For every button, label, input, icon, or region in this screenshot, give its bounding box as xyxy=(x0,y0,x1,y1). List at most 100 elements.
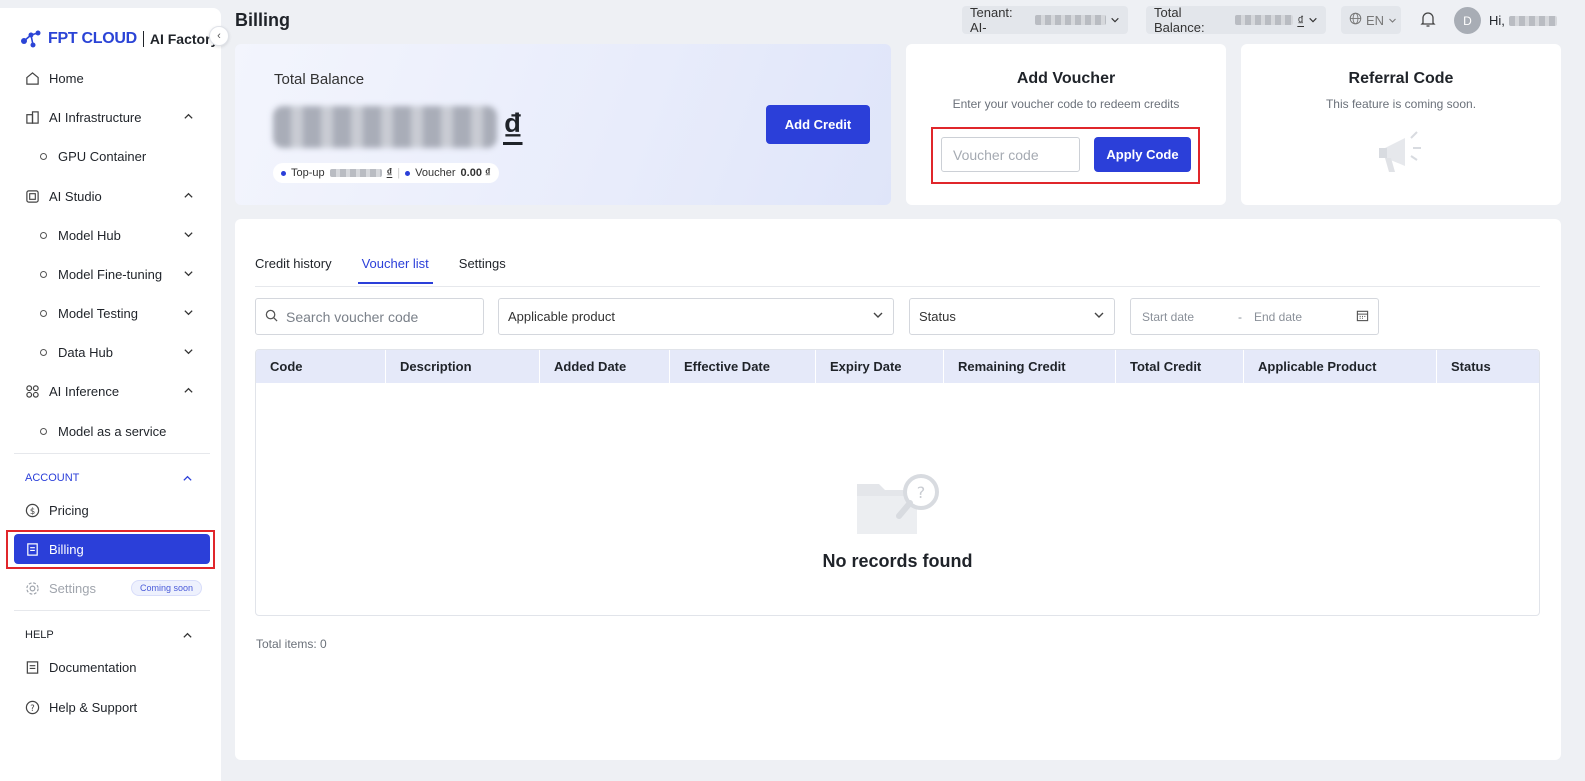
logo[interactable]: FPT CLOUD AI Factory xyxy=(20,30,218,48)
column-header-total-credit[interactable]: Total Credit xyxy=(1116,350,1244,383)
empty-state: ? No records found xyxy=(256,470,1539,572)
status-select[interactable]: Status xyxy=(909,298,1115,335)
voucher-list-panel: Credit history Voucher list Settings App… xyxy=(235,219,1561,760)
sidebar-item-model-as-a-service[interactable]: Model as a service xyxy=(14,416,210,446)
user-greeting[interactable]: Hi, xyxy=(1489,13,1557,28)
grid-icon xyxy=(24,383,40,399)
document-icon xyxy=(24,659,40,675)
home-icon xyxy=(24,70,40,86)
sidebar-divider xyxy=(14,610,210,611)
column-header-effective-date[interactable]: Effective Date xyxy=(670,350,816,383)
column-header-expiry-date[interactable]: Expiry Date xyxy=(816,350,944,383)
gear-icon xyxy=(24,580,40,596)
building-icon xyxy=(24,109,40,125)
fpt-logo-icon xyxy=(21,30,41,48)
sidebar-item-label: Documentation xyxy=(49,659,137,675)
highlight-frame xyxy=(6,530,215,569)
avatar[interactable]: D xyxy=(1454,7,1481,34)
column-header-remaining-credit[interactable]: Remaining Credit xyxy=(944,350,1116,383)
empty-state-text: No records found xyxy=(822,551,973,571)
tenant-name-redacted xyxy=(1035,15,1106,25)
studio-icon xyxy=(24,188,40,204)
bullet-icon xyxy=(281,170,286,176)
sidebar-item-documentation[interactable]: Documentation xyxy=(14,652,210,682)
bullet-icon xyxy=(405,170,411,176)
chevron-down-icon xyxy=(183,345,194,360)
search-voucher-field[interactable] xyxy=(255,298,484,335)
sidebar-item-label: Model Fine-tuning xyxy=(58,266,163,282)
help-icon: ? xyxy=(24,699,40,715)
add-voucher-title: Add Voucher xyxy=(1016,70,1116,87)
sidebar-item-ai-studio[interactable]: AI Studio xyxy=(14,181,210,211)
chevron-up-icon[interactable] xyxy=(182,629,193,644)
bullet-icon xyxy=(40,309,47,317)
sidebar-item-pricing[interactable]: $ Pricing xyxy=(14,495,210,525)
end-date-placeholder[interactable]: End date xyxy=(1254,310,1354,324)
tab-credit-history[interactable]: Credit history xyxy=(255,256,332,284)
sidebar-item-model-fine-tuning[interactable]: Model Fine-tuning xyxy=(14,259,210,289)
calendar-icon xyxy=(1356,309,1369,325)
date-separator: - xyxy=(1238,309,1242,324)
applicable-product-select[interactable]: Applicable product xyxy=(498,298,894,335)
add-voucher-subtitle: Enter your voucher code to redeem credit… xyxy=(952,97,1180,111)
sidebar-item-gpu-container[interactable]: GPU Container xyxy=(14,141,210,171)
voucher-value: 0.00 ₫ xyxy=(460,167,491,179)
sidebar-item-ai-infrastructure[interactable]: AI Infrastructure xyxy=(14,102,210,132)
bullet-icon xyxy=(40,270,47,278)
user-name-redacted xyxy=(1508,15,1557,26)
bullet-icon xyxy=(40,427,47,435)
sidebar-item-home[interactable]: Home xyxy=(14,63,210,93)
logo-divider xyxy=(142,31,144,47)
column-header-description[interactable]: Description xyxy=(386,350,540,383)
currency-symbol: ₫ xyxy=(386,167,393,179)
collapse-sidebar-button[interactable]: ‹ xyxy=(209,26,229,46)
sidebar-item-model-hub[interactable]: Model Hub xyxy=(14,220,210,250)
chevron-up-icon xyxy=(183,189,194,204)
voucher-table: Code Description Added Date Effective Da… xyxy=(255,349,1540,616)
tenant-label: Tenant: AI- xyxy=(970,5,1013,35)
referral-subtitle: This feature is coming soon. xyxy=(1325,97,1477,111)
chevron-up-icon[interactable] xyxy=(182,472,193,487)
sidebar-item-model-testing[interactable]: Model Testing xyxy=(14,298,210,328)
highlight-frame xyxy=(931,127,1200,184)
tabs-divider xyxy=(255,286,1540,287)
sidebar-divider xyxy=(14,453,210,454)
sidebar-item-label: AI Inference xyxy=(49,383,120,399)
currency-symbol: ₫ xyxy=(1297,12,1304,28)
total-balance-card: Total Balance ₫ Top-up ₫ | Voucher 0.00 … xyxy=(235,44,891,205)
page-title: Billing xyxy=(235,10,290,30)
referral-title: Referral Code xyxy=(1348,70,1454,87)
bell-icon[interactable] xyxy=(1420,11,1436,31)
balance-selector[interactable]: Total Balance: ₫ xyxy=(1146,5,1326,35)
currency-symbol: ₫ xyxy=(503,107,523,149)
chevron-left-icon: ‹ xyxy=(217,30,221,42)
add-credit-button[interactable]: Add Credit xyxy=(766,105,870,144)
chevron-down-icon xyxy=(183,228,194,243)
search-voucher-input[interactable] xyxy=(286,308,466,325)
language-selector[interactable]: EN xyxy=(1341,6,1401,34)
topup-value-redacted xyxy=(329,169,382,177)
sidebar-item-help-support[interactable]: ? Help & Support xyxy=(14,692,210,722)
chevron-down-icon xyxy=(183,306,194,321)
sidebar-item-label: Home xyxy=(49,70,84,86)
column-header-added-date[interactable]: Added Date xyxy=(540,350,670,383)
tenant-selector[interactable]: Tenant: AI- xyxy=(962,5,1128,35)
chevron-down-icon xyxy=(872,309,884,324)
date-range-picker[interactable]: Start date - End date xyxy=(1130,298,1379,335)
sidebar-item-label: Pricing xyxy=(49,502,89,518)
bullet-icon xyxy=(40,348,47,356)
sidebar-item-data-hub[interactable]: Data Hub xyxy=(14,337,210,367)
sidebar-item-ai-inference[interactable]: AI Inference xyxy=(14,376,210,406)
sidebar-item-label: Model as a service xyxy=(58,423,167,439)
svg-text:?: ? xyxy=(916,483,925,502)
tab-voucher-list[interactable]: Voucher list xyxy=(357,256,433,284)
balance-value-redacted xyxy=(1234,15,1294,25)
tab-settings[interactable]: Settings xyxy=(459,256,506,284)
column-header-status[interactable]: Status xyxy=(1437,350,1539,383)
column-header-applicable-product[interactable]: Applicable Product xyxy=(1244,350,1437,383)
column-header-code[interactable]: Code xyxy=(256,350,386,383)
sidebar-item-label: GPU Container xyxy=(58,148,147,164)
bullet-icon xyxy=(40,231,47,239)
sidebar-item-label: Model Testing xyxy=(58,305,138,321)
start-date-placeholder[interactable]: Start date xyxy=(1142,310,1238,324)
